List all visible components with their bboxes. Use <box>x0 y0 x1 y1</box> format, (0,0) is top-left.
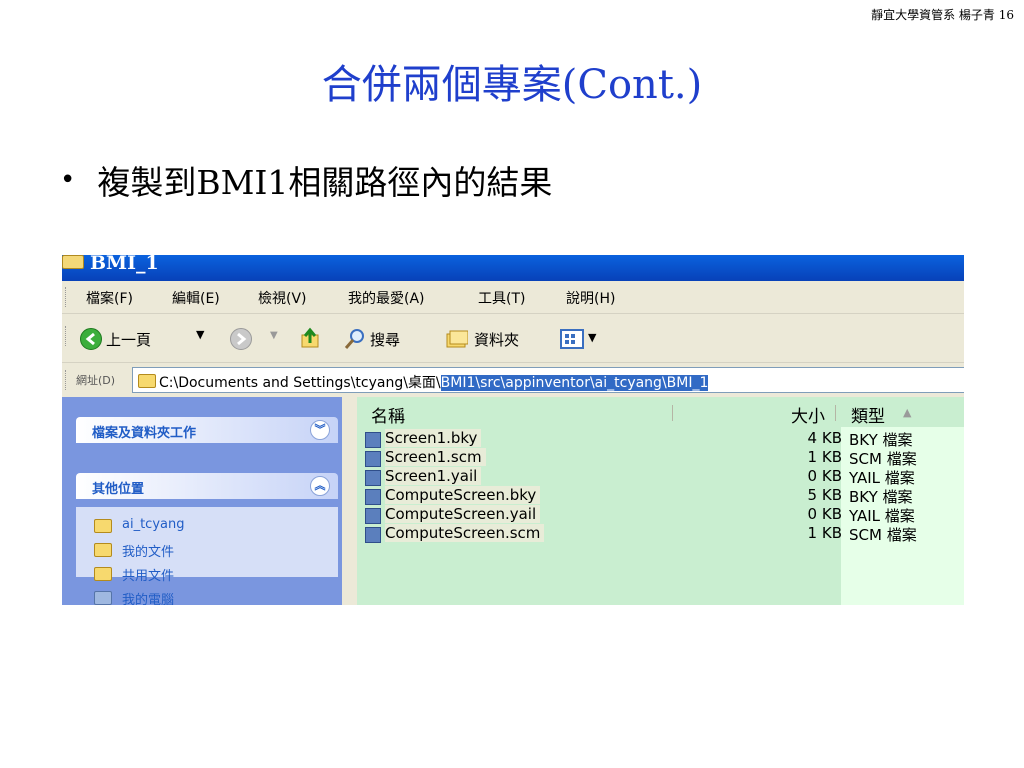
menu-help[interactable]: 說明(H) <box>566 288 615 308</box>
column-header-size[interactable]: 大小 <box>791 402 825 427</box>
left-task-pane: 檔案及資料夾工作 ︾ 其他位置 ︽ ai_tcyang 我的文件 共用文件 我的… <box>62 397 342 605</box>
chevron-up-icon[interactable]: ︽ <box>310 476 330 496</box>
back-dropdown-icon[interactable]: ▼ <box>196 328 204 341</box>
explorer-window: BMI_1 檔案(F) 編輯(E) 檢視(V) 我的最愛(A) 工具(T) 說明… <box>62 255 964 605</box>
address-bar: 網址(D) C:\Documents and Settings\tcyang\桌… <box>62 363 964 397</box>
file-type: BKY 檔案 <box>849 488 913 506</box>
column-divider <box>672 405 673 421</box>
file-icon <box>365 489 381 505</box>
other-places-panel-header[interactable]: 其他位置 ︽ <box>76 473 338 499</box>
column-header-name[interactable]: 名稱 <box>371 402 405 427</box>
back-arrow-icon <box>80 328 102 350</box>
my-computer-icon <box>94 591 112 605</box>
link-label: ai_tcyang <box>122 517 185 532</box>
file-name: Screen1.yail <box>385 467 482 485</box>
file-icon <box>365 470 381 486</box>
views-icon <box>560 329 584 353</box>
views-dropdown-icon: ▼ <box>588 331 597 344</box>
file-icon <box>365 527 381 543</box>
folder-icon <box>62 255 84 269</box>
window-titlebar[interactable]: BMI_1 <box>62 255 964 281</box>
menu-view[interactable]: 檢視(V) <box>258 288 307 308</box>
address-input[interactable]: C:\Documents and Settings\tcyang\桌面\BMI1… <box>132 367 964 393</box>
address-folder-icon <box>138 374 156 388</box>
file-type: BKY 檔案 <box>849 431 913 449</box>
folders-button[interactable]: 資料夾 <box>444 326 544 352</box>
other-places-title: 其他位置 <box>92 482 145 497</box>
folders-label: 資料夾 <box>474 331 520 349</box>
address-text: C:\Documents and Settings\tcyang\桌面\BMI1… <box>159 372 709 392</box>
other-places-list: ai_tcyang 我的文件 共用文件 我的電腦 <box>76 507 338 605</box>
search-button[interactable]: 搜尋 <box>342 326 414 352</box>
file-type: SCM 檔案 <box>849 526 917 544</box>
link-label: 我的文件 <box>122 545 175 560</box>
menu-file[interactable]: 檔案(F) <box>86 288 133 308</box>
file-name: Screen1.bky <box>385 429 482 447</box>
column-header-type[interactable]: 類型 <box>851 402 885 427</box>
file-list-pane: 名稱 大小 類型 ▲ Screen1.bky 4 KB BKY 檔案 Scree… <box>357 397 964 605</box>
address-label: 網址(D) <box>76 374 116 387</box>
address-path-selected: BMI1\src\appinventor\ai_tcyang\BMI_1 <box>440 375 709 391</box>
file-type: YAIL 檔案 <box>849 507 915 525</box>
views-button[interactable]: ▼ <box>556 326 612 352</box>
toolbar: 上一頁 ▼ ▼ 搜尋 資料夾 ▼ <box>62 314 964 363</box>
file-name: ComputeScreen.bky <box>385 486 541 504</box>
slide-credit: 靜宜大學資管系 楊子青 16 <box>871 8 1014 22</box>
folders-icon <box>446 329 469 353</box>
file-size: 1 KB <box>807 524 842 542</box>
file-tasks-panel-header[interactable]: 檔案及資料夾工作 ︾ <box>76 417 338 443</box>
link-label: 我的電腦 <box>122 593 175 605</box>
file-type: SCM 檔案 <box>849 450 917 468</box>
file-row[interactable]: ComputeScreen.scm 1 KB SCM 檔案 <box>365 524 955 544</box>
file-size: 5 KB <box>807 486 842 504</box>
file-row[interactable]: Screen1.yail 0 KB YAIL 檔案 <box>365 467 955 487</box>
address-grip <box>65 370 68 390</box>
file-row[interactable]: ComputeScreen.yail 0 KB YAIL 檔案 <box>365 505 955 525</box>
window-title: BMI_1 <box>90 255 159 274</box>
forward-dropdown-icon[interactable]: ▼ <box>270 330 278 341</box>
file-icon <box>365 432 381 448</box>
toolbar-grip <box>65 326 68 346</box>
up-folder-icon[interactable] <box>300 327 322 349</box>
menu-bar: 檔案(F) 編輯(E) 檢視(V) 我的最愛(A) 工具(T) 說明(H) <box>62 281 964 314</box>
file-icon <box>365 508 381 524</box>
file-row[interactable]: ComputeScreen.bky 5 KB BKY 檔案 <box>365 486 955 506</box>
back-label: 上一頁 <box>106 331 152 349</box>
file-size: 4 KB <box>807 429 842 447</box>
menu-favorites[interactable]: 我的最愛(A) <box>348 288 425 308</box>
file-row[interactable]: Screen1.bky 4 KB BKY 檔案 <box>365 429 955 449</box>
chevron-down-icon[interactable]: ︾ <box>310 420 330 440</box>
bullet-dot: • <box>60 165 76 195</box>
column-divider <box>835 405 836 421</box>
file-size: 0 KB <box>807 505 842 523</box>
file-tasks-title: 檔案及資料夾工作 <box>92 426 197 441</box>
file-size: 0 KB <box>807 467 842 485</box>
file-icon <box>365 451 381 467</box>
slide-title: 合併兩個專案(Cont.) <box>321 62 703 108</box>
file-row[interactable]: Screen1.scm 1 KB SCM 檔案 <box>365 448 955 468</box>
menubar-grip <box>65 287 68 307</box>
back-button[interactable]: 上一頁 ▼ <box>78 326 218 352</box>
folder-icon <box>94 519 112 533</box>
file-type: YAIL 檔案 <box>849 469 915 487</box>
menu-edit[interactable]: 編輯(E) <box>172 288 220 308</box>
search-icon <box>344 328 366 354</box>
sort-ascending-icon: ▲ <box>903 406 912 419</box>
link-label: 共用文件 <box>122 569 175 584</box>
address-path-plain: C:\Documents and Settings\tcyang\桌面\ <box>159 375 441 391</box>
search-label: 搜尋 <box>370 331 401 349</box>
file-name: ComputeScreen.yail <box>385 505 541 523</box>
forward-arrow-icon[interactable] <box>230 328 252 350</box>
shared-documents-icon <box>94 567 112 581</box>
bullet-item: • 複製到BMI1相關路徑內的結果 <box>60 156 552 204</box>
file-name: ComputeScreen.scm <box>385 524 545 542</box>
menu-tools[interactable]: 工具(T) <box>478 288 525 308</box>
file-name: Screen1.scm <box>385 448 486 466</box>
file-size: 1 KB <box>807 448 842 466</box>
my-documents-icon <box>94 543 112 557</box>
bullet-text: 複製到BMI1相關路徑內的結果 <box>97 163 553 202</box>
